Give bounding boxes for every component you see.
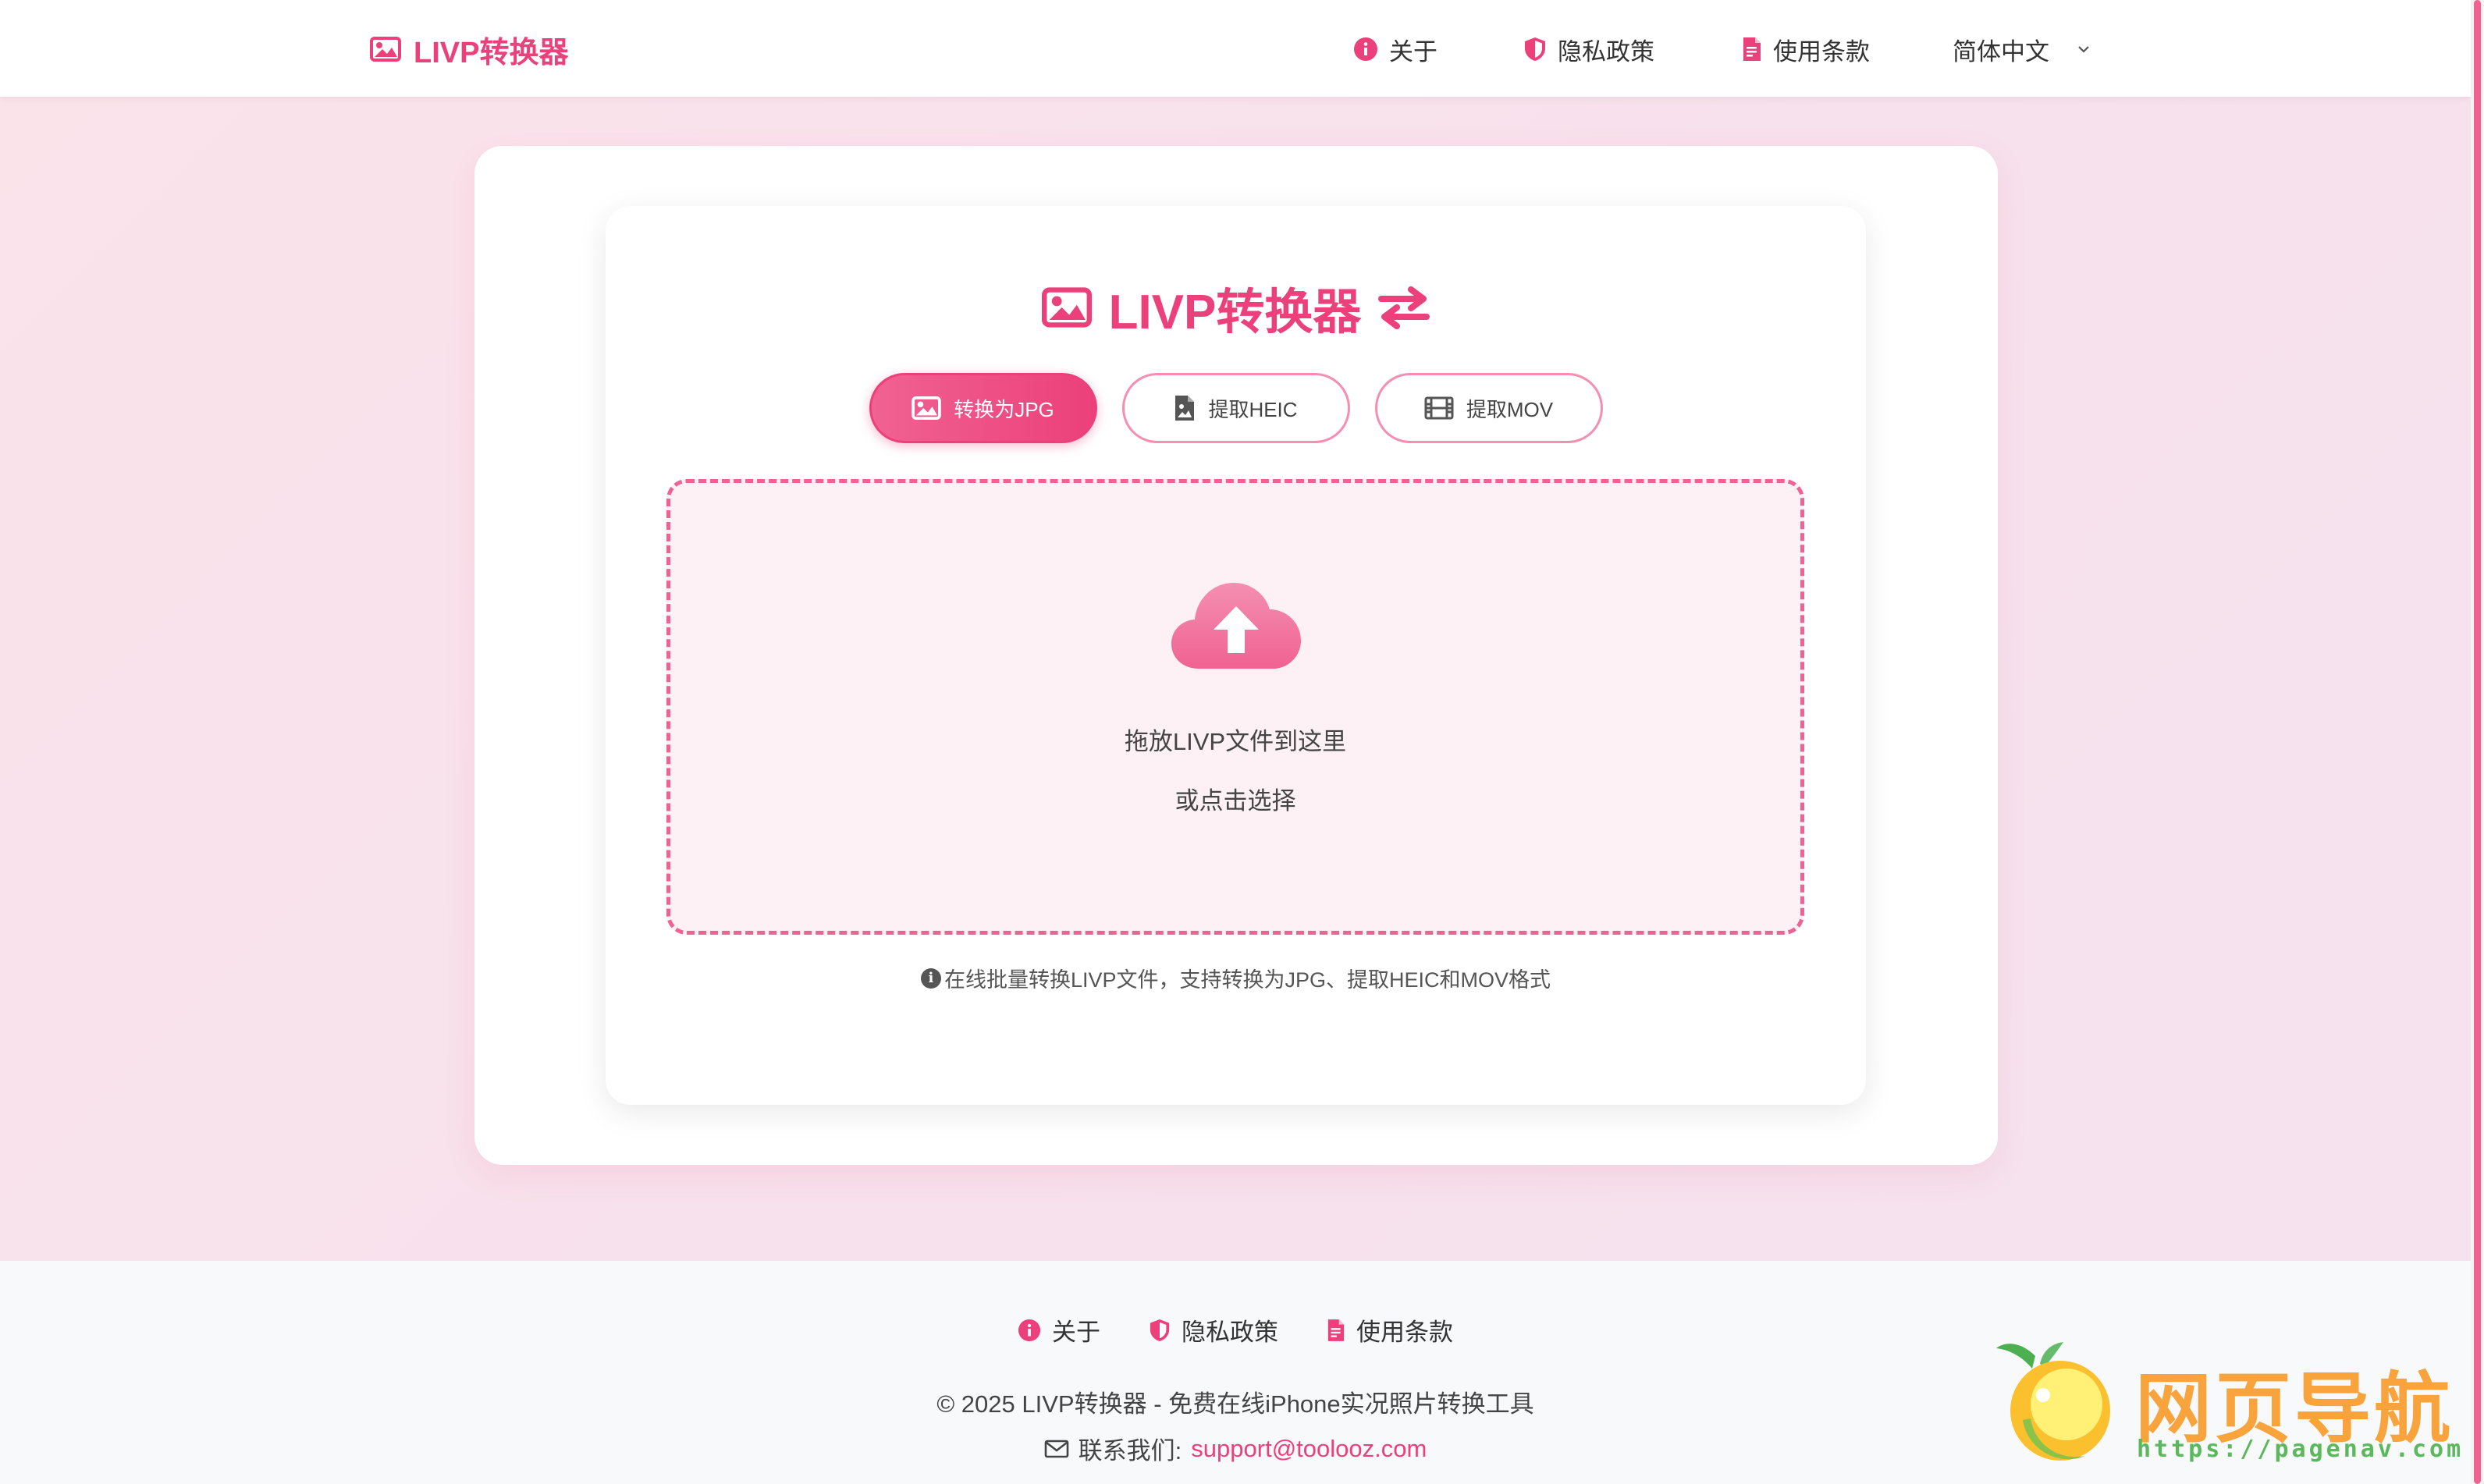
- info-circle-icon: [1353, 37, 1378, 62]
- language-select[interactable]: 简体中文: [1953, 28, 2090, 70]
- dropzone-secondary-text: 或点击选择: [1174, 787, 1296, 815]
- page-title-text: LIVP转换器: [1108, 286, 1362, 339]
- info-circle-icon: [1018, 1319, 1041, 1342]
- footer-link-terms[interactable]: 使用条款: [1327, 1312, 1453, 1347]
- footer-link-privacy[interactable]: 隐私政策: [1149, 1312, 1278, 1347]
- envelope-icon: [1044, 1440, 1069, 1458]
- footer-link-privacy-label: 隐私政策: [1182, 1319, 1278, 1346]
- tab-extract-heic-label: 提取HEIC: [1208, 397, 1298, 421]
- chevron-down-icon: [2077, 45, 2090, 53]
- footer-link-terms-label: 使用条款: [1356, 1319, 1453, 1346]
- orange-logo-icon: [1988, 1333, 2129, 1473]
- footer-link-about[interactable]: 关于: [1018, 1312, 1100, 1347]
- scrollbar-thumb[interactable]: [2474, 0, 2481, 1484]
- dropzone-primary-text: 拖放LIVP文件到这里: [1124, 728, 1347, 755]
- nav-terms[interactable]: 使用条款: [1742, 28, 1870, 70]
- main-container: LIVP转换器 转换为JPG 提取HEIC 提取MOV 拖放LIVP文件到这里 …: [474, 146, 1998, 1165]
- tab-extract-mov[interactable]: 提取MOV: [1374, 373, 1603, 443]
- nav-about[interactable]: 关于: [1353, 28, 1437, 70]
- image-icon: [912, 396, 941, 420]
- shield-icon: [1523, 36, 1547, 62]
- file-image-icon: [1174, 394, 1196, 422]
- file-contract-icon: [1742, 36, 1762, 62]
- shield-icon: [1149, 1318, 1171, 1343]
- file-contract-icon: [1327, 1318, 1345, 1343]
- scrollbar[interactable]: [2471, 0, 2484, 1484]
- brand-title: LIVP转换器: [414, 36, 569, 69]
- tab-extract-heic[interactable]: 提取HEIC: [1121, 373, 1350, 443]
- footer-link-about-label: 关于: [1052, 1319, 1100, 1346]
- file-dropzone[interactable]: 拖放LIVP文件到这里 或点击选择: [666, 479, 1804, 935]
- contact-label: 联系我们:: [1078, 1437, 1182, 1464]
- hint-text: 在线批量转换LIVP文件，支持转换为JPG、提取HEIC和MOV格式: [943, 968, 1551, 992]
- tab-convert-jpg[interactable]: 转换为JPG: [869, 373, 1097, 443]
- hint-text-row: i 在线批量转换LIVP文件，支持转换为JPG、提取HEIC和MOV格式: [606, 963, 1866, 993]
- exchange-arrows-icon: [1378, 286, 1430, 329]
- nav-about-label: 关于: [1389, 37, 1437, 66]
- tab-extract-mov-label: 提取MOV: [1466, 397, 1554, 421]
- nav-privacy[interactable]: 隐私政策: [1523, 28, 1654, 70]
- watermark-url: https://pagenav.com: [2137, 1436, 2464, 1463]
- nav-terms-label: 使用条款: [1773, 37, 1870, 66]
- converter-card: LIVP转换器 转换为JPG 提取HEIC 提取MOV 拖放LIVP文件到这里 …: [606, 206, 1866, 1105]
- language-select-value: 简体中文: [1953, 37, 2049, 66]
- image-icon: [1041, 287, 1092, 328]
- cloud-upload-icon: [1170, 578, 1302, 672]
- tab-convert-jpg-label: 转换为JPG: [954, 397, 1054, 421]
- top-header: LIVP转换器 关于 隐私政策 使用条款 简体中文: [0, 0, 2471, 97]
- info-circle-icon: i: [920, 967, 941, 989]
- mode-tabs: 转换为JPG 提取HEIC 提取MOV: [606, 373, 1866, 445]
- film-icon: [1424, 396, 1454, 420]
- page-title: LIVP转换器: [606, 276, 1866, 339]
- nav-privacy-label: 隐私政策: [1558, 37, 1654, 66]
- contact-email-link[interactable]: support@toolooz.com: [1191, 1435, 1427, 1463]
- watermark: 网页导航 https://pagenav.com: [1988, 1333, 2461, 1473]
- brand-logo[interactable]: LIVP转换器: [370, 28, 568, 70]
- image-icon: [370, 37, 401, 62]
